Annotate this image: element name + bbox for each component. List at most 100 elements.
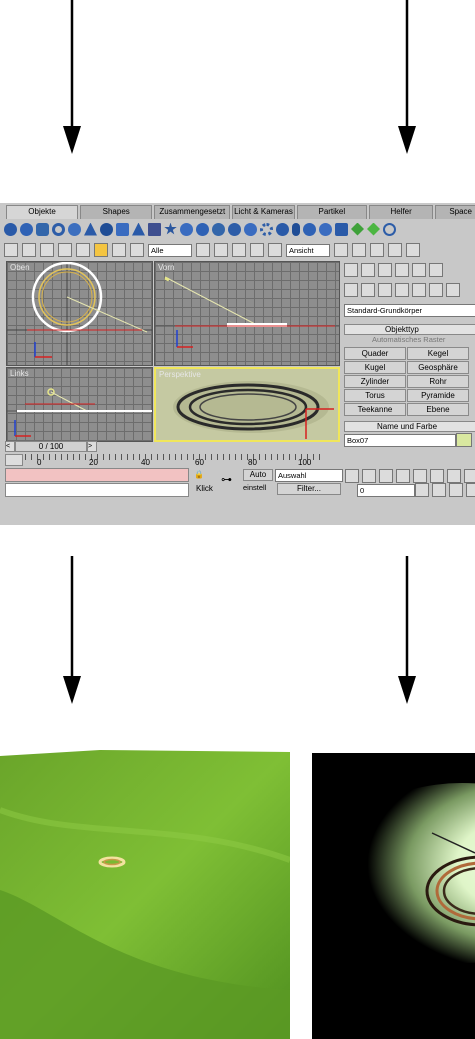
- tab-helfer[interactable]: Helfer: [368, 205, 434, 219]
- material-editor-icon[interactable]: [388, 243, 402, 257]
- render-icon[interactable]: [406, 243, 420, 257]
- key-selection-dropdown[interactable]: Auswahl: [275, 469, 343, 482]
- maximize-viewport-icon[interactable]: [466, 483, 475, 497]
- zylinder-button[interactable]: Zylinder: [344, 375, 406, 388]
- select-by-name-icon[interactable]: [112, 243, 126, 257]
- torus-icon[interactable]: [52, 222, 65, 236]
- zoom-extents-icon[interactable]: [464, 469, 475, 483]
- lock-icon[interactable]: 🔒: [194, 470, 216, 480]
- chamfer-icon[interactable]: [180, 222, 193, 236]
- geosphere-button[interactable]: Geosphäre: [407, 361, 469, 374]
- category-dropdown[interactable]: Standard-Grundkörper: [344, 304, 475, 317]
- kugel-button[interactable]: Kugel: [344, 361, 406, 374]
- capsule-icon[interactable]: [196, 222, 209, 236]
- viewport-left[interactable]: Links: [6, 367, 153, 442]
- geometry-icon[interactable]: [344, 283, 358, 297]
- redo-icon[interactable]: [22, 243, 36, 257]
- object-name-field[interactable]: Box07: [344, 434, 456, 447]
- hedra-icon[interactable]: [335, 222, 348, 236]
- mirror-icon[interactable]: [352, 243, 366, 257]
- set-key-button[interactable]: einstell: [243, 483, 273, 493]
- select-object-icon[interactable]: [94, 243, 108, 257]
- rohr-button[interactable]: Rohr: [407, 375, 469, 388]
- tube-icon[interactable]: [68, 222, 81, 236]
- viewport-perspective[interactable]: Perspektive: [154, 367, 340, 442]
- current-frame-field[interactable]: 0: [357, 484, 415, 497]
- foliage2-icon[interactable]: [367, 222, 380, 236]
- field-of-view-icon[interactable]: [415, 483, 429, 497]
- frame-counter[interactable]: 0 / 100: [15, 441, 87, 452]
- motion-tab-icon[interactable]: [395, 263, 409, 277]
- modify-tab-icon[interactable]: [361, 263, 375, 277]
- go-to-end-icon[interactable]: [413, 469, 427, 483]
- oiltank-icon[interactable]: [244, 222, 257, 236]
- display-tab-icon[interactable]: [412, 263, 426, 277]
- systems-icon[interactable]: [446, 283, 460, 297]
- capsule2-icon[interactable]: [292, 222, 300, 236]
- rollout-object-type[interactable]: Objekttyp: [344, 324, 475, 335]
- utilities-tab-icon[interactable]: [429, 263, 443, 277]
- viewport-top[interactable]: Oben: [6, 261, 153, 366]
- hierarchy-tab-icon[interactable]: [378, 263, 392, 277]
- snap-icon[interactable]: [214, 243, 228, 257]
- status-prompt[interactable]: [5, 483, 189, 497]
- ebene-button[interactable]: Ebene: [407, 403, 469, 416]
- rollout-name-color[interactable]: Name und Farbe: [344, 421, 475, 432]
- lights-icon[interactable]: [378, 283, 392, 297]
- move-icon[interactable]: [232, 243, 246, 257]
- teekanne-button[interactable]: Teekanne: [344, 403, 406, 416]
- pivot-icon[interactable]: [334, 243, 348, 257]
- cone-icon[interactable]: [84, 222, 97, 236]
- hose-icon[interactable]: [276, 222, 289, 236]
- tab-space[interactable]: Space: [435, 205, 475, 219]
- box-icon[interactable]: [116, 222, 129, 236]
- kegel-button[interactable]: Kegel: [407, 347, 469, 360]
- previous-key-icon[interactable]: [362, 469, 376, 483]
- go-to-start-icon[interactable]: [345, 469, 359, 483]
- torus-knot-icon[interactable]: [383, 222, 396, 236]
- object-color-swatch[interactable]: [456, 433, 472, 447]
- rectangle-selection-icon[interactable]: [130, 243, 144, 257]
- gear-icon[interactable]: [260, 222, 273, 236]
- sphere-icon[interactable]: [4, 222, 17, 236]
- star-icon[interactable]: [164, 222, 177, 235]
- helpers-icon[interactable]: [412, 283, 426, 297]
- zoom-all-icon[interactable]: [447, 469, 461, 483]
- gengon-icon[interactable]: [228, 222, 241, 236]
- torus-button[interactable]: Torus: [344, 389, 406, 402]
- geosphere-icon[interactable]: [20, 222, 33, 236]
- cylinder-icon[interactable]: [36, 222, 49, 236]
- cup-icon[interactable]: [319, 222, 332, 236]
- next-frame-button[interactable]: >: [87, 441, 97, 452]
- link-icon[interactable]: [40, 243, 54, 257]
- maxscript-listener[interactable]: [5, 468, 189, 482]
- pyramide-button[interactable]: Pyramide: [407, 389, 469, 402]
- spindle-icon[interactable]: [212, 222, 225, 236]
- grid-plane-icon[interactable]: [148, 222, 161, 236]
- cameras-icon[interactable]: [395, 283, 409, 297]
- zoom-icon[interactable]: [430, 469, 444, 483]
- unlink-icon[interactable]: [58, 243, 72, 257]
- tab-partikel[interactable]: Partikel: [296, 205, 367, 219]
- spacewarps-icon[interactable]: [429, 283, 443, 297]
- select-region-icon[interactable]: [196, 243, 210, 257]
- quader-button[interactable]: Quader: [344, 347, 406, 360]
- tab-shapes[interactable]: Shapes: [80, 205, 153, 219]
- play-icon[interactable]: [379, 469, 393, 483]
- viewport-front[interactable]: Vorn: [154, 261, 340, 366]
- next-key-icon[interactable]: [396, 469, 410, 483]
- track-bar[interactable]: 0 20 40 60 80 100: [5, 454, 340, 467]
- rotate-icon[interactable]: [250, 243, 264, 257]
- selection-filter-dropdown[interactable]: Alle: [148, 243, 192, 257]
- orbit-icon[interactable]: [449, 483, 463, 497]
- reference-coordinate-dropdown[interactable]: Ansicht: [286, 243, 330, 257]
- prism-icon[interactable]: [303, 222, 316, 236]
- sphere2-icon[interactable]: [100, 222, 113, 236]
- pan-icon[interactable]: [432, 483, 446, 497]
- tab-licht-kameras[interactable]: Licht & Kameras: [232, 205, 295, 219]
- pyramid-icon[interactable]: [132, 222, 145, 236]
- scale-icon[interactable]: [268, 243, 282, 257]
- tab-objekte[interactable]: Objekte: [6, 205, 79, 219]
- undo-icon[interactable]: [4, 243, 18, 257]
- bind-space-warp-icon[interactable]: [76, 243, 90, 257]
